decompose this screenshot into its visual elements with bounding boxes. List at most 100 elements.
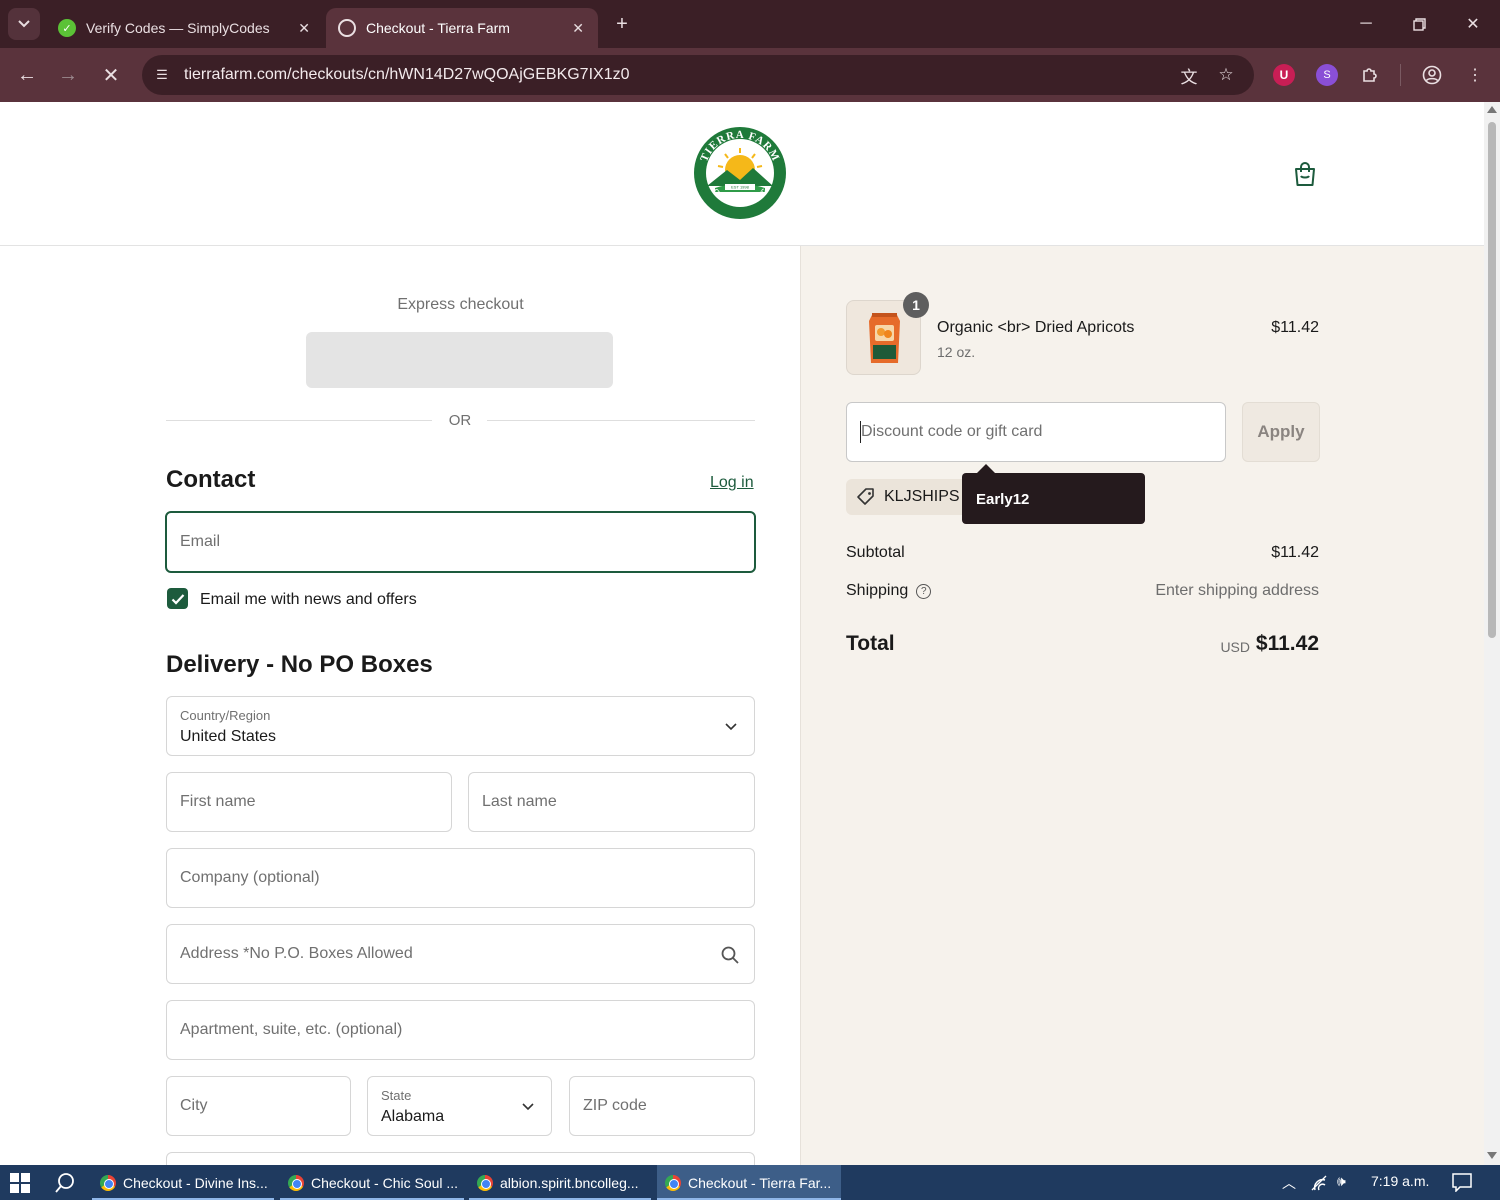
- simplycodes-extension-icon[interactable]: S: [1316, 64, 1338, 86]
- country-value: United States: [180, 728, 277, 745]
- browser-menu-button[interactable]: ⋮: [1463, 63, 1487, 87]
- tray-chevron-up-icon[interactable]: ︿: [1282, 1173, 1296, 1193]
- company-field[interactable]: Company (optional): [166, 848, 755, 908]
- account-icon: [1422, 65, 1442, 85]
- taskbar-item-active[interactable]: Checkout - Tierra Far...: [657, 1165, 841, 1200]
- subtotal-label: Subtotal: [846, 544, 905, 561]
- chrome-icon: [100, 1174, 116, 1191]
- tab-simplycodes[interactable]: ✓ Verify Codes — SimplyCodes ✕: [46, 8, 324, 48]
- city-placeholder: City: [180, 1097, 208, 1114]
- discount-placeholder: Discount code or gift card: [861, 423, 1043, 440]
- divider: [487, 420, 755, 421]
- stop-loading-button[interactable]: ✕: [98, 62, 124, 88]
- new-tab-button[interactable]: +: [610, 12, 634, 36]
- taskbar-item-label: Checkout - Tierra Far...: [688, 1174, 832, 1191]
- profile-button[interactable]: [1420, 63, 1444, 87]
- browser-tab-bar: ✓ Verify Codes — SimplyCodes ✕ Checkout …: [0, 0, 1500, 48]
- address-bar[interactable]: ☰ tierrafarm.com/checkouts/cn/hWN14D27wQ…: [142, 55, 1254, 95]
- checkout-form-column: Express checkout OR Contact Log in Email…: [0, 246, 800, 1165]
- express-checkout-button[interactable]: [306, 332, 613, 388]
- phone-field-partial[interactable]: [166, 1152, 755, 1165]
- restore-button[interactable]: [1407, 12, 1431, 36]
- divider: [166, 420, 432, 421]
- newsletter-checkbox[interactable]: [167, 588, 188, 609]
- tag-icon: [857, 488, 874, 505]
- close-window-button[interactable]: ✕: [1461, 12, 1485, 36]
- shopping-bag-icon[interactable]: [1292, 160, 1318, 188]
- address-placeholder: Address *No P.O. Boxes Allowed: [180, 945, 413, 962]
- product-name: Organic <br> Dried Apricots: [937, 319, 1135, 336]
- simplycodes-favicon-icon: ✓: [58, 19, 76, 37]
- help-icon[interactable]: ?: [916, 584, 932, 599]
- zip-placeholder: ZIP code: [583, 1097, 647, 1114]
- last-name-placeholder: Last name: [482, 793, 557, 810]
- first-name-placeholder: First name: [180, 793, 256, 810]
- page-scrollbar[interactable]: [1484, 102, 1500, 1165]
- checkout-page: EST 1998 TIERRA FARM CERTIFIED ORGANIC E…: [0, 102, 1484, 1165]
- taskbar-item-label: Checkout - Chic Soul ...: [311, 1174, 459, 1191]
- tab-search-button[interactable]: [8, 8, 40, 40]
- taskbar-item[interactable]: albion.spirit.bncolleg...: [469, 1165, 651, 1200]
- taskbar-item-label: Checkout - Divine Ins...: [123, 1174, 268, 1191]
- contact-heading: Contact: [166, 466, 256, 493]
- system-clock[interactable]: 7:19 a.m.: [1371, 1173, 1429, 1189]
- close-icon[interactable]: ✕: [298, 20, 310, 37]
- delivery-heading: Delivery - No PO Boxes: [166, 651, 433, 678]
- company-placeholder: Company (optional): [180, 869, 320, 886]
- tierra-farm-logo[interactable]: EST 1998 TIERRA FARM CERTIFIED ORGANIC: [693, 126, 787, 220]
- extensions-puzzle-icon[interactable]: [1358, 63, 1382, 87]
- city-field[interactable]: City: [166, 1076, 351, 1136]
- scroll-down-arrow[interactable]: [1487, 1152, 1497, 1159]
- scrollbar-thumb[interactable]: [1488, 122, 1496, 638]
- discount-code-input[interactable]: Discount code or gift card: [846, 402, 1226, 462]
- state-select[interactable]: State Alabama: [367, 1076, 552, 1136]
- chevron-down-icon: [522, 1103, 534, 1111]
- tab-tierra-farm[interactable]: Checkout - Tierra Farm ✕: [326, 8, 598, 48]
- quantity-badge: 1: [903, 292, 929, 318]
- login-link[interactable]: Log in: [710, 474, 754, 492]
- puzzle-icon: [1363, 68, 1377, 82]
- wifi-icon[interactable]: [1311, 1175, 1329, 1191]
- chevron-down-icon: [725, 723, 737, 731]
- taskbar-item[interactable]: Checkout - Divine Ins...: [92, 1165, 274, 1200]
- taskbar-search-icon[interactable]: [54, 1172, 76, 1194]
- zip-field[interactable]: ZIP code: [569, 1076, 755, 1136]
- chevron-down-icon: [18, 20, 30, 28]
- translate-icon[interactable]: 文: [1178, 64, 1200, 87]
- applied-discount-chip[interactable]: KLJSHIPS: [846, 479, 972, 515]
- volume-icon[interactable]: 🕪: [1337, 1173, 1346, 1190]
- first-name-field[interactable]: First name: [166, 772, 452, 832]
- windows-taskbar: Checkout - Divine Ins... Checkout - Chic…: [0, 1165, 1500, 1200]
- toolbar-divider: [1400, 64, 1401, 86]
- tab-title: Checkout - Tierra Farm: [366, 20, 510, 36]
- apply-discount-button[interactable]: Apply: [1242, 402, 1320, 462]
- bookmark-star-icon[interactable]: ☆: [1215, 64, 1237, 86]
- search-icon[interactable]: [721, 946, 739, 964]
- code-suggestion-tooltip[interactable]: Early12: [962, 464, 1145, 524]
- tab-title: Verify Codes — SimplyCodes: [86, 20, 270, 36]
- shipping-value: Enter shipping address: [1155, 582, 1319, 599]
- email-field[interactable]: Email: [165, 511, 756, 573]
- back-button[interactable]: ←: [14, 62, 40, 88]
- country-select[interactable]: Country/Region United States: [166, 696, 755, 756]
- url-text: tierrafarm.com/checkouts/cn/hWN14D27wQOA…: [184, 66, 630, 83]
- notifications-icon[interactable]: [1452, 1173, 1472, 1192]
- state-label: State: [381, 1088, 412, 1103]
- ublock-extension-icon[interactable]: U: [1273, 64, 1295, 86]
- or-separator: OR: [448, 412, 472, 429]
- total-value: $11.42: [1255, 632, 1319, 655]
- taskbar-item[interactable]: Checkout - Chic Soul ...: [280, 1165, 464, 1200]
- address-field[interactable]: Address *No P.O. Boxes Allowed: [166, 924, 755, 984]
- site-info-icon[interactable]: ☰: [152, 65, 172, 85]
- forward-button[interactable]: →: [55, 62, 81, 88]
- country-label: Country/Region: [180, 708, 271, 723]
- apartment-field[interactable]: Apartment, suite, etc. (optional): [166, 1000, 755, 1060]
- apartment-placeholder: Apartment, suite, etc. (optional): [180, 1021, 403, 1038]
- last-name-field[interactable]: Last name: [468, 772, 755, 832]
- scroll-up-arrow[interactable]: [1487, 106, 1497, 113]
- windows-start-icon[interactable]: [10, 1173, 30, 1193]
- close-icon[interactable]: ✕: [572, 20, 584, 37]
- total-currency: USD: [1220, 639, 1250, 655]
- minimize-button[interactable]: ─: [1354, 12, 1378, 36]
- order-summary: 1 Organic <br> Dried Apricots 12 oz. $11…: [800, 246, 1484, 1165]
